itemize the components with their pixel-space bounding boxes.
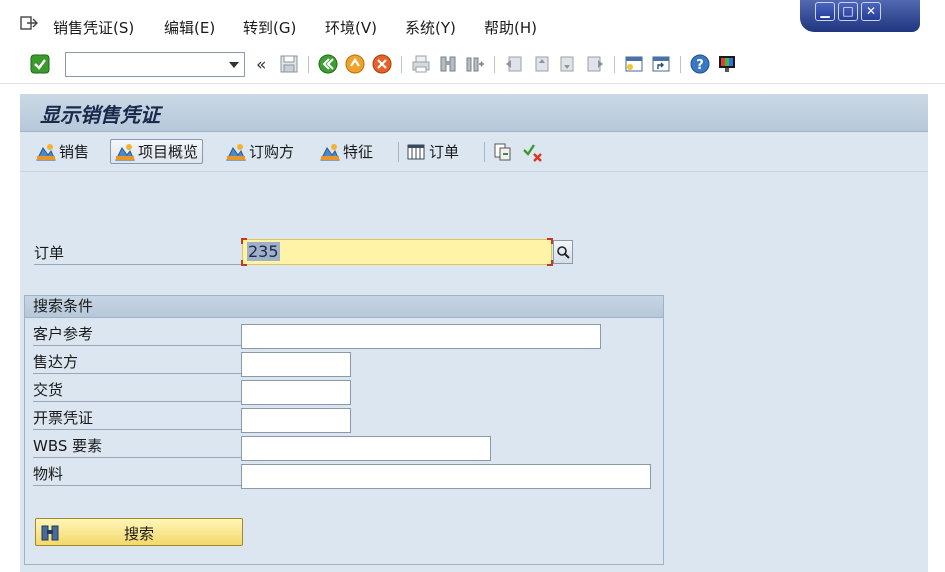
delivery-label: 交货: [33, 380, 243, 402]
characteristics-label: 特征: [343, 143, 374, 161]
item-overview-button[interactable]: 项目概览: [110, 139, 204, 164]
cancel-icon[interactable]: [372, 54, 392, 74]
chevron-down-icon[interactable]: [229, 62, 239, 68]
menu-bar: 销售凭证(S) 编辑(E) 转到(G) 环境(V) 系统(Y) 帮助(H) ▁ …: [0, 0, 945, 46]
toolbar-separator: [308, 56, 309, 73]
characteristics-icon: [320, 143, 340, 160]
material-input[interactable]: [241, 464, 651, 489]
item-overview-label: 项目概览: [138, 143, 199, 161]
order-input-value: 235: [247, 242, 280, 261]
standard-toolbar: « ?: [0, 46, 945, 84]
next-page-icon[interactable]: [558, 54, 578, 74]
menu-goto[interactable]: 转到(G): [243, 17, 296, 38]
page-title: 显示销售凭证: [40, 103, 160, 127]
search-criteria-title: 搜索条件: [25, 296, 663, 318]
search-criteria-group: 搜索条件 客户参考 售达方 交货 开票凭证 WBS 要素 物料 搜索: [24, 295, 664, 565]
close-button[interactable]: ✕: [861, 2, 881, 21]
find-next-icon[interactable]: [465, 54, 485, 74]
header-icon: [36, 143, 56, 160]
ordering-party-button[interactable]: 订购方: [222, 139, 298, 164]
maximize-button[interactable]: □: [838, 2, 858, 21]
save-icon[interactable]: [279, 54, 299, 74]
magnifier-icon: [557, 246, 570, 259]
menu-edit[interactable]: 编辑(E): [164, 17, 215, 38]
create-session-icon[interactable]: [624, 54, 644, 74]
customize-layout-icon[interactable]: [717, 54, 737, 74]
minimize-button[interactable]: ▁: [815, 2, 835, 21]
exit-menu-icon[interactable]: [20, 16, 38, 30]
sales-label: 销售: [59, 143, 90, 161]
menu-sales-document[interactable]: 销售凭证(S): [53, 17, 134, 38]
toolbar-separator: [494, 56, 495, 73]
search-button-label: 搜索: [123, 525, 154, 543]
help-icon[interactable]: ?: [690, 54, 710, 74]
toolbar-separator: [680, 56, 681, 73]
enter-check-icon[interactable]: [30, 54, 50, 74]
svg-text:?: ?: [696, 58, 704, 73]
search-help-button[interactable]: [553, 240, 573, 264]
command-field[interactable]: [65, 52, 245, 77]
shortcut-icon[interactable]: [651, 54, 671, 74]
order-field-label: 订单: [34, 242, 244, 265]
required-marker: [241, 238, 247, 244]
print-icon[interactable]: [411, 54, 431, 74]
customer-reference-label: 客户参考: [33, 324, 243, 346]
customer-reference-input[interactable]: [241, 324, 601, 349]
sold-to-party-label: 售达方: [33, 352, 243, 374]
toolbar-separator: [614, 56, 615, 73]
sales-button[interactable]: 销售: [32, 139, 93, 164]
menu-environment[interactable]: 环境(V): [325, 17, 377, 38]
billing-document-input[interactable]: [241, 408, 351, 433]
find-icon[interactable]: [438, 54, 458, 74]
menu-system[interactable]: 系统(Y): [405, 17, 456, 38]
title-bar: 显示销售凭证: [20, 94, 928, 132]
back-chevron-icon[interactable]: «: [256, 55, 266, 75]
order-input[interactable]: 235: [241, 238, 553, 266]
menu-help[interactable]: 帮助(H): [484, 17, 537, 38]
exit-icon[interactable]: [345, 54, 365, 74]
billing-document-label: 开票凭证: [33, 408, 243, 430]
status-check-icon[interactable]: [522, 142, 544, 162]
table-icon: [407, 144, 425, 159]
item-overview-icon: [115, 143, 135, 160]
last-page-icon[interactable]: [585, 54, 605, 74]
wbs-element-input[interactable]: [241, 436, 491, 461]
ordering-party-icon: [226, 143, 246, 160]
content-area: 订单 235 搜索条件 客户参考 售达方 交货 开票凭证 WBS 要素 物料 搜…: [20, 172, 928, 572]
toolbar-separator: [398, 142, 399, 162]
wbs-element-label: WBS 要素: [33, 436, 243, 458]
required-marker: [241, 260, 247, 266]
order-label: 订单: [429, 143, 460, 161]
material-label: 物料: [33, 464, 243, 486]
search-button[interactable]: 搜索: [35, 518, 243, 546]
delivery-input[interactable]: [241, 380, 351, 405]
ordering-party-label: 订购方: [249, 143, 295, 161]
document-flow-icon[interactable]: [493, 142, 513, 162]
back-icon[interactable]: [318, 54, 338, 74]
first-page-icon[interactable]: [504, 54, 524, 74]
toolbar-separator: [401, 56, 402, 73]
window-controls: ▁ □ ✕: [800, 0, 920, 32]
sold-to-party-input[interactable]: [241, 352, 351, 377]
application-toolbar: 销售 项目概览 订购方 特征 订单: [20, 132, 928, 172]
toolbar-separator: [484, 142, 485, 162]
characteristics-button[interactable]: 特征: [316, 139, 377, 164]
order-button[interactable]: 订单: [402, 139, 463, 164]
previous-page-icon[interactable]: [531, 54, 551, 74]
